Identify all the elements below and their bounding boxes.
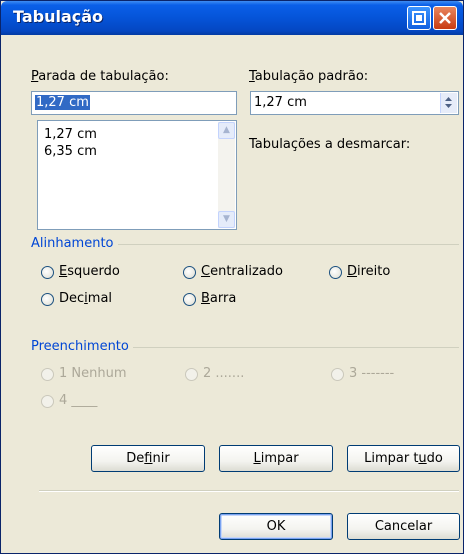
radio-right-label[interactable]: Direito [347,264,390,279]
clear-button-text: impar [260,451,299,466]
radio-left[interactable] [41,266,54,279]
tab-stop-label-text: arada de tabulação: [38,69,169,84]
help-button[interactable] [407,6,431,30]
list-scrollbar[interactable]: ▲ ▼ [218,122,235,228]
radio-left-label[interactable]: Esquerdo [59,264,120,279]
cancel-button[interactable]: Cancelar [347,513,460,540]
scroll-down-button[interactable]: ▼ [218,211,235,228]
scroll-up-button[interactable]: ▲ [218,122,235,139]
radio-center-text: entralizado [210,264,283,279]
clear-all-button[interactable]: Limpar tudo [347,445,460,472]
radio-center-label[interactable]: Centralizado [201,264,283,279]
tab-stop-input-value: 1,27 cm [35,95,90,110]
close-icon [439,12,451,24]
radio-bar-mnemonic: B [201,291,210,306]
radio-bar-text: arra [209,291,237,306]
chevron-down-icon: ▼ [223,214,230,224]
dialog-window: Tabulação Parada de tabulação: 1,27 cm 1… [0,0,464,554]
default-tab-spinner[interactable]: 1,27 cm [250,91,459,115]
default-tab-label: Tabulação padrão: [249,69,368,84]
radio-right-text: ireito [357,264,391,279]
set-button[interactable]: Definir [91,445,205,472]
tab-stop-list[interactable]: 1,27 cm 6,35 cm ▲ ▼ [37,120,237,230]
default-tab-value: 1,27 cm [254,95,307,110]
chevron-up-icon: ▲ [223,125,230,135]
radio-leader-dashes-label[interactable]: 3 ------- [349,366,394,381]
title-bar[interactable]: Tabulação [1,1,463,35]
default-tab-label-text: abulação padrão: [254,69,369,84]
alignment-group-title: Alinhamento [31,236,118,251]
set-button-mnemonic: f [144,451,153,466]
radio-left-text: squerdo [67,264,120,279]
clear-button-mnemonic: L [253,451,261,466]
leader-group-title: Preenchimento [31,339,133,354]
tab-stop-label: Parada de tabulação: [31,69,169,84]
clear-button[interactable]: Limpar [219,445,333,472]
radio-center[interactable] [183,266,196,279]
spin-arrows-icon [445,97,452,108]
set-button-text: inir [152,451,170,466]
window-title: Tabulação [13,7,104,26]
list-item[interactable]: 1,27 cm [44,127,97,142]
radio-leader-dots-label[interactable]: 2 ....... [203,366,244,381]
radio-leader-none[interactable] [41,368,54,381]
spin-buttons[interactable] [440,93,457,113]
radio-decimal-label[interactable]: Decimal [59,291,112,306]
set-button-text-pre: De [126,451,145,466]
radio-leader-dots[interactable] [185,368,198,381]
radio-bar[interactable] [183,293,196,306]
tabs-to-clear-label: Tabulações a desmarcar: [249,137,411,152]
clear-all-button-mnemonic: u [418,451,427,466]
radio-leader-dashes[interactable] [331,368,344,381]
radio-decimal-text: mal [87,291,113,306]
radio-left-mnemonic: E [59,264,68,279]
radio-leader-underline-label[interactable]: 4 ____ [59,393,97,408]
radio-bar-label[interactable]: Barra [201,291,236,306]
radio-decimal[interactable] [41,293,54,306]
radio-right-mnemonic: D [347,264,358,279]
radio-decimal-text-pre: Dec [59,291,85,306]
radio-right[interactable] [329,266,342,279]
help-icon [412,11,426,25]
clear-all-button-text-pre: Limpar t [364,451,419,466]
clear-all-button-text: do [426,451,443,466]
radio-leader-underline[interactable] [41,395,54,408]
close-button[interactable] [433,6,457,30]
ok-button[interactable]: OK [219,513,333,540]
radio-center-mnemonic: C [201,264,211,279]
button-separator [39,490,459,492]
list-item[interactable]: 6,35 cm [44,144,97,159]
radio-leader-none-label[interactable]: 1 Nenhum [59,366,127,381]
tab-stop-input[interactable]: 1,27 cm [31,91,237,115]
